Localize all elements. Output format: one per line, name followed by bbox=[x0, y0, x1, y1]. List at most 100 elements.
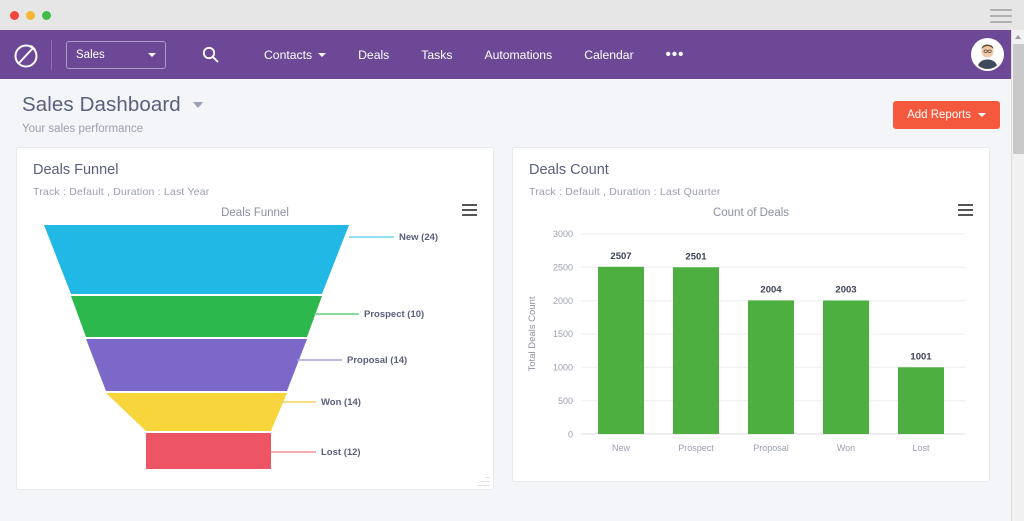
hamburger-line bbox=[990, 9, 1012, 11]
menu-line bbox=[462, 214, 477, 216]
card-meta: Track : Default , Duration : Last Year bbox=[17, 178, 493, 198]
y-tick-label: 500 bbox=[558, 396, 573, 406]
funnel-segment-lost[interactable] bbox=[146, 433, 271, 469]
dashboard-cards: Deals Funnel Track : Default , Duration … bbox=[0, 147, 1024, 490]
card-title: Deals Funnel bbox=[17, 148, 493, 178]
traffic-lights bbox=[10, 11, 51, 20]
menu-line bbox=[958, 204, 973, 206]
avatar[interactable] bbox=[971, 38, 1004, 71]
bar-proposal[interactable] bbox=[748, 300, 794, 434]
chevron-down-icon bbox=[978, 113, 986, 117]
nav-divider bbox=[51, 40, 52, 70]
bar-value-prospect: 2501 bbox=[685, 252, 707, 263]
nav-item-label: Calendar bbox=[584, 48, 633, 62]
card-deals-count: Deals Count Track : Default , Duration :… bbox=[512, 147, 990, 482]
bar-prospect[interactable] bbox=[673, 267, 719, 434]
funnel-chart-svg: New (24) Prospect (10) Proposal (14) Won… bbox=[17, 219, 493, 469]
window-titlebar bbox=[0, 0, 1024, 30]
nav-item-automations[interactable]: Automations bbox=[468, 48, 568, 62]
funnel-chart: New (24) Prospect (10) Proposal (14) Won… bbox=[17, 219, 493, 469]
bar-value-proposal: 2004 bbox=[760, 285, 782, 296]
funnel-label-won: Won (14) bbox=[321, 397, 361, 408]
app-selector-dropdown[interactable]: Sales bbox=[66, 41, 166, 69]
y-axis-title: Total Deals Count bbox=[527, 296, 538, 371]
hamburger-icon[interactable] bbox=[990, 9, 1012, 23]
page-title: Sales Dashboard bbox=[22, 93, 181, 117]
funnel-label-prospect: Prospect (10) bbox=[364, 309, 424, 320]
page-scrollbar[interactable] bbox=[1011, 30, 1024, 521]
x-tick-label: Lost bbox=[912, 443, 930, 453]
bar-new[interactable] bbox=[598, 267, 644, 434]
bar-lost[interactable] bbox=[898, 367, 944, 434]
page-viewport: Sales Contacts Deals Tasks bbox=[0, 30, 1024, 521]
scroll-up-button[interactable] bbox=[1012, 30, 1024, 44]
scrollbar-thumb[interactable] bbox=[1013, 44, 1024, 154]
card-title: Deals Count bbox=[513, 148, 989, 178]
resize-line bbox=[485, 477, 490, 479]
y-tick-label: 3000 bbox=[553, 229, 573, 239]
resize-line bbox=[477, 485, 490, 487]
funnel-segment-proposal[interactable] bbox=[86, 339, 307, 391]
card-meta: Track : Default , Duration : Last Quarte… bbox=[513, 178, 989, 198]
y-tick-label: 2500 bbox=[553, 263, 573, 273]
add-reports-label: Add Reports bbox=[907, 109, 971, 121]
add-reports-button[interactable]: Add Reports bbox=[893, 101, 1000, 129]
x-tick-label: Won bbox=[837, 443, 855, 453]
funnel-segment-new[interactable] bbox=[44, 225, 349, 294]
app-selector-value: Sales bbox=[76, 49, 105, 61]
funnel-label-new: New (24) bbox=[399, 232, 438, 243]
y-tick-label: 2000 bbox=[553, 296, 573, 306]
nav-items: Contacts Deals Tasks Automations Calenda… bbox=[248, 47, 700, 62]
menu-line bbox=[958, 209, 973, 211]
chevron-down-icon bbox=[318, 53, 326, 57]
menu-line bbox=[958, 214, 973, 216]
maximize-window-button[interactable] bbox=[42, 11, 51, 20]
app-window: Sales Contacts Deals Tasks bbox=[0, 0, 1024, 521]
y-tick-label: 0 bbox=[568, 429, 573, 439]
card-deals-funnel: Deals Funnel Track : Default , Duration … bbox=[16, 147, 494, 490]
chevron-down-icon[interactable] bbox=[193, 102, 203, 108]
bar-chart: 3000 2500 2000 1500 1000 500 0 Total Dea… bbox=[513, 219, 989, 469]
close-window-button[interactable] bbox=[10, 11, 19, 20]
more-nav-items-button[interactable]: ••• bbox=[650, 47, 701, 62]
bar-value-new: 2507 bbox=[610, 251, 631, 262]
funnel-segment-prospect[interactable] bbox=[71, 296, 322, 337]
menu-line bbox=[462, 209, 477, 211]
bar-chart-svg: 3000 2500 2000 1500 1000 500 0 Total Dea… bbox=[513, 219, 989, 469]
brand-logo-icon[interactable] bbox=[9, 38, 43, 72]
bar-value-won: 2003 bbox=[835, 285, 856, 296]
card-resize-handle[interactable] bbox=[477, 473, 490, 486]
nav-item-label: Contacts bbox=[264, 48, 312, 62]
y-tick-label: 1000 bbox=[553, 363, 573, 373]
nav-item-contacts[interactable]: Contacts bbox=[248, 48, 342, 62]
nav-item-calendar[interactable]: Calendar bbox=[568, 48, 649, 62]
page-title-row: Sales Dashboard bbox=[22, 93, 1004, 117]
funnel-label-lost: Lost (12) bbox=[321, 447, 361, 458]
nav-item-label: Deals bbox=[358, 48, 389, 62]
menu-line bbox=[462, 204, 477, 206]
minimize-window-button[interactable] bbox=[26, 11, 35, 20]
x-tick-label: Prospect bbox=[678, 443, 714, 453]
nav-item-label: Automations bbox=[484, 48, 552, 62]
page-subtitle: Your sales performance bbox=[22, 123, 1004, 135]
y-tick-label: 1500 bbox=[553, 329, 573, 339]
nav-item-tasks[interactable]: Tasks bbox=[405, 48, 468, 62]
bar-won[interactable] bbox=[823, 301, 869, 435]
funnel-label-proposal: Proposal (14) bbox=[347, 355, 407, 366]
chart-menu-icon[interactable] bbox=[958, 204, 973, 216]
x-tick-label: New bbox=[612, 443, 631, 453]
x-tick-label: Proposal bbox=[753, 443, 789, 453]
chevron-down-icon bbox=[148, 53, 156, 57]
chart-title: Count of Deals bbox=[513, 207, 989, 219]
hamburger-line bbox=[990, 15, 1012, 17]
nav-item-label: Tasks bbox=[421, 48, 452, 62]
top-navigation-bar: Sales Contacts Deals Tasks bbox=[0, 30, 1024, 79]
search-icon[interactable] bbox=[200, 45, 220, 65]
hamburger-line bbox=[990, 21, 1012, 23]
nav-item-deals[interactable]: Deals bbox=[342, 48, 405, 62]
resize-line bbox=[481, 481, 490, 483]
chart-menu-icon[interactable] bbox=[462, 204, 477, 216]
bar-value-lost: 1001 bbox=[910, 352, 932, 363]
page-header: Sales Dashboard Your sales performance A… bbox=[0, 79, 1024, 147]
chart-title: Deals Funnel bbox=[17, 207, 493, 219]
